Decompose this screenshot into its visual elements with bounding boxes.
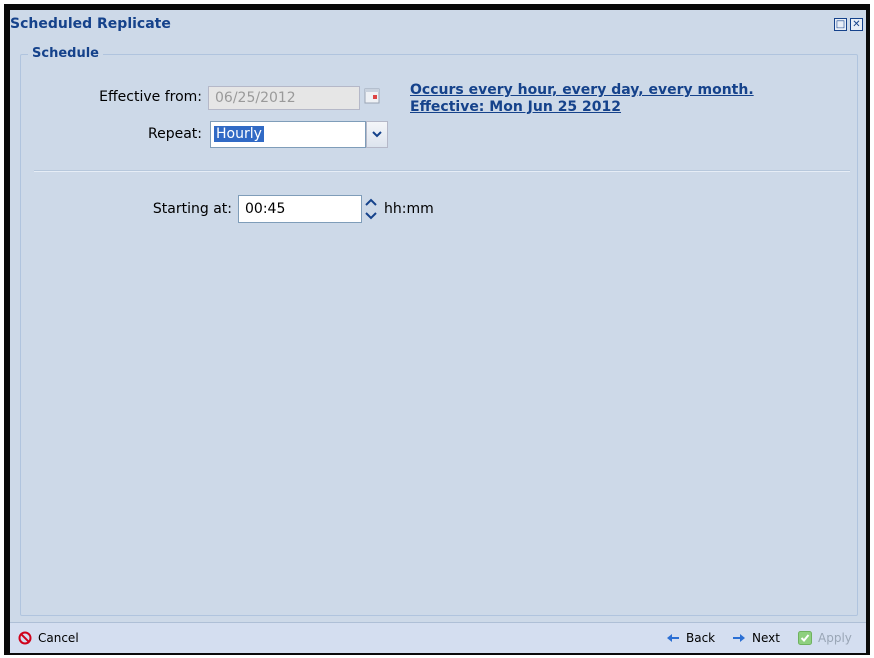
cancel-icon — [18, 631, 32, 645]
cancel-button[interactable]: Cancel — [18, 631, 79, 645]
section-divider — [34, 170, 850, 172]
dialog-window: Scheduled Replicate □ ✕ Schedule Effecti… — [4, 4, 870, 655]
repeat-dropdown-trigger[interactable] — [366, 121, 388, 148]
starting-at-label: Starting at: — [152, 201, 232, 217]
dialog-footer: Cancel Back Next Apply — [10, 622, 866, 653]
back-button[interactable]: Back — [666, 631, 715, 645]
summary-line-1: Occurs every hour, every day, every mont… — [410, 82, 754, 98]
spin-down-icon — [365, 212, 377, 220]
repeat-selected-value: Hourly — [214, 126, 264, 142]
starting-at-input[interactable]: 00:45 — [238, 195, 362, 223]
title-bar: Scheduled Replicate □ ✕ — [10, 10, 866, 40]
repeat-select[interactable]: Hourly — [210, 121, 366, 148]
dialog-title: Scheduled Replicate — [10, 16, 171, 32]
arrow-left-icon — [667, 634, 679, 642]
arrow-right-icon — [733, 634, 745, 642]
maximize-icon[interactable]: □ — [834, 18, 847, 31]
calendar-icon — [362, 85, 384, 111]
apply-check-icon — [798, 631, 812, 645]
time-format-label: hh:mm — [384, 201, 434, 217]
back-label: Back — [686, 631, 716, 645]
time-spinner[interactable] — [362, 195, 380, 223]
close-icon[interactable]: ✕ — [850, 18, 863, 31]
chevron-down-icon — [372, 131, 382, 138]
apply-button[interactable]: Apply — [798, 631, 852, 645]
dialog-panel: Scheduled Replicate □ ✕ Schedule Effecti… — [10, 10, 866, 653]
schedule-summary-link[interactable]: Occurs every hour, every day, every mont… — [410, 82, 754, 116]
next-label: Next — [752, 631, 780, 645]
summary-line-2: Effective: Mon Jun 25 2012 — [410, 99, 622, 115]
spin-up-icon — [365, 198, 377, 206]
effective-from-field: 06/25/2012 — [208, 86, 360, 110]
apply-label: Apply — [818, 631, 852, 645]
repeat-label: Repeat: — [148, 126, 202, 142]
next-button[interactable]: Next — [732, 631, 780, 645]
cancel-label: Cancel — [38, 631, 79, 645]
schedule-legend: Schedule — [28, 46, 103, 61]
effective-from-label: Effective from: — [99, 89, 202, 105]
